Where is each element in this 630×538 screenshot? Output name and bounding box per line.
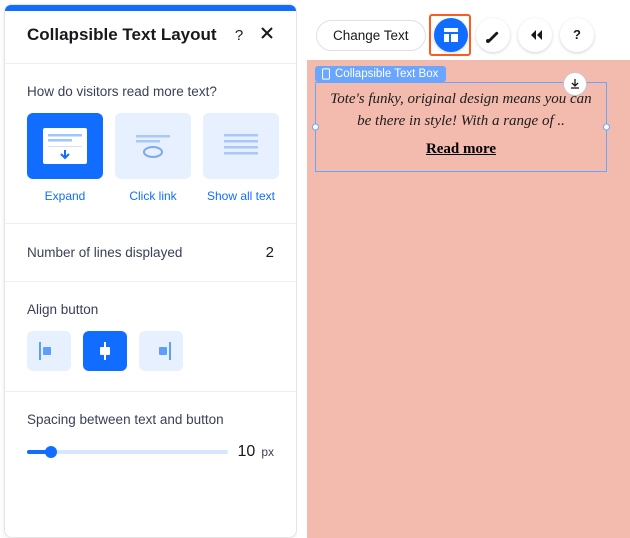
mode-expand-tile[interactable] xyxy=(27,113,103,179)
selection-badge[interactable]: Collapsible Text Box xyxy=(315,66,446,82)
spacing-slider[interactable] xyxy=(27,445,228,459)
panel-header: Collapsible Text Layout ? xyxy=(5,11,296,64)
help-tool-icon[interactable]: ? xyxy=(560,18,594,52)
mode-showall-tile[interactable] xyxy=(203,113,279,179)
align-section: Align button xyxy=(5,282,296,392)
help-icon[interactable]: ? xyxy=(228,27,250,44)
read-more-link[interactable]: Read more xyxy=(316,141,606,158)
animation-tool-icon[interactable] xyxy=(518,18,552,52)
lines-label: Number of lines displayed xyxy=(27,245,182,260)
spacing-section: Spacing between text and button 10 px xyxy=(5,392,296,481)
resize-handle-right[interactable] xyxy=(603,124,610,131)
spacing-value[interactable]: 10 xyxy=(238,443,256,461)
close-icon[interactable] xyxy=(256,26,278,44)
align-right-tile[interactable] xyxy=(139,331,183,371)
element-toolbar: Change Text ? xyxy=(316,18,594,52)
collapsible-body-text: Tote's funky, original design means you … xyxy=(316,83,606,133)
layout-tool-icon[interactable] xyxy=(434,18,468,52)
collapsible-text-box[interactable]: Tote's funky, original design means you … xyxy=(315,82,607,172)
selection-badge-text: Collapsible Text Box xyxy=(335,68,438,80)
lines-value[interactable]: 2 xyxy=(266,244,274,261)
design-tool-icon[interactable] xyxy=(476,18,510,52)
mode-expand-label: Expand xyxy=(45,189,86,203)
layout-panel: Collapsible Text Layout ? How do visitor… xyxy=(4,4,297,538)
slider-thumb[interactable] xyxy=(45,446,57,458)
align-left-tile[interactable] xyxy=(27,331,71,371)
resize-handle-left[interactable] xyxy=(312,124,319,131)
spacing-label: Spacing between text and button xyxy=(27,412,274,427)
lines-section: Number of lines displayed 2 xyxy=(5,224,296,282)
canvas-surface[interactable]: Collapsible Text Box Tote's funky, origi… xyxy=(307,60,630,538)
read-modes-section: How do visitors read more text? Expand xyxy=(5,64,296,224)
download-handle-icon[interactable] xyxy=(563,72,587,96)
mode-clicklink-label: Click link xyxy=(129,189,176,203)
spacing-unit: px xyxy=(261,445,274,459)
panel-title: Collapsible Text Layout xyxy=(27,25,222,45)
canvas-area: Collapsible Text Box Tote's funky, origi… xyxy=(297,0,630,538)
align-label: Align button xyxy=(27,302,274,317)
svg-text:?: ? xyxy=(573,27,581,42)
mode-clicklink-tile[interactable] xyxy=(115,113,191,179)
read-modes-label: How do visitors read more text? xyxy=(27,84,274,99)
change-text-button[interactable]: Change Text xyxy=(316,20,426,51)
mode-showall-label: Show all text xyxy=(207,189,275,203)
align-center-tile[interactable] xyxy=(83,331,127,371)
